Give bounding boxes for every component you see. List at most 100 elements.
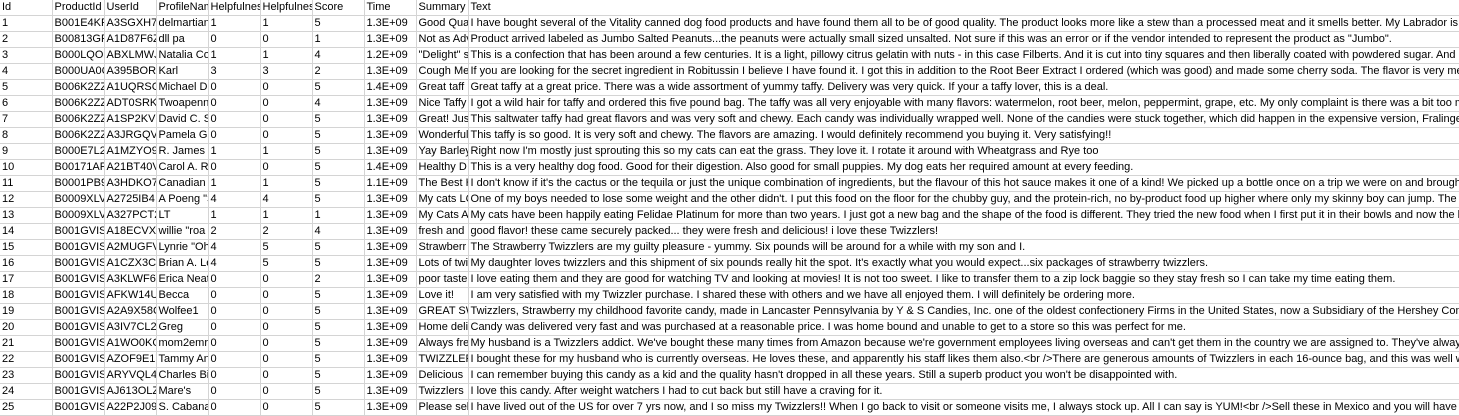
cell-time[interactable]: 1.4E+09 (364, 79, 417, 96)
cell-userid[interactable]: A18ECVX2 (104, 223, 157, 240)
cell-helpfulness-denominator[interactable]: 0 (260, 303, 313, 320)
cell-text[interactable]: I don't know if it's the cactus or the t… (468, 175, 1459, 192)
cell-profilename[interactable]: Carol A. R (156, 159, 209, 176)
cell-summary[interactable]: Delicious (416, 367, 469, 384)
cell-text[interactable]: I bought these for my husband who is cur… (468, 351, 1459, 368)
cell-score[interactable]: 5 (312, 255, 365, 272)
cell-profilename[interactable]: mom2emr (156, 335, 209, 352)
cell-score[interactable]: 5 (312, 239, 365, 256)
cell-id[interactable]: 5 (0, 79, 53, 96)
cell-text[interactable]: good flavor! these came securely packed.… (468, 223, 1459, 240)
cell-helpfulness-denominator[interactable]: 0 (260, 319, 313, 336)
cell-helpfulness-denominator[interactable]: 0 (260, 79, 313, 96)
cell-summary[interactable]: Love it! (416, 287, 469, 304)
cell-userid[interactable]: A1WO0KG (104, 335, 157, 352)
cell-time[interactable]: 1.3E+09 (364, 271, 417, 288)
header-summary[interactable]: Summary (416, 0, 469, 16)
cell-userid[interactable]: A1D87F6Z (104, 31, 157, 48)
cell-helpfulness-numerator[interactable]: 0 (208, 127, 261, 144)
cell-score[interactable]: 5 (312, 127, 365, 144)
cell-summary[interactable]: Twizzlers (416, 383, 469, 400)
cell-profilename[interactable]: David C. S (156, 111, 209, 128)
cell-summary[interactable]: Lots of twi (416, 255, 469, 272)
cell-score[interactable]: 5 (312, 335, 365, 352)
cell-helpfulness-numerator[interactable]: 4 (208, 239, 261, 256)
cell-text[interactable]: My husband is a Twizzlers addict. We've … (468, 335, 1459, 352)
cell-productid[interactable]: B006K2ZZ (52, 111, 105, 128)
cell-score[interactable]: 5 (312, 191, 365, 208)
cell-summary[interactable]: My Cats A (416, 207, 469, 224)
cell-productid[interactable]: B0001PB9 (52, 175, 105, 192)
cell-helpfulness-denominator[interactable]: 1 (260, 143, 313, 160)
cell-score[interactable]: 5 (312, 15, 365, 32)
cell-time[interactable]: 1.3E+09 (364, 63, 417, 80)
cell-summary[interactable]: Home deli (416, 319, 469, 336)
cell-productid[interactable]: B0009XLV (52, 191, 105, 208)
cell-helpfulness-denominator[interactable]: 0 (260, 95, 313, 112)
cell-time[interactable]: 1.3E+09 (364, 319, 417, 336)
cell-helpfulness-denominator[interactable]: 0 (260, 271, 313, 288)
cell-time[interactable]: 1.3E+09 (364, 351, 417, 368)
cell-text[interactable]: I love eating them and they are good for… (468, 271, 1459, 288)
cell-id[interactable]: 17 (0, 271, 53, 288)
cell-helpfulness-numerator[interactable]: 0 (208, 383, 261, 400)
cell-score[interactable]: 5 (312, 367, 365, 384)
cell-time[interactable]: 1.3E+09 (364, 191, 417, 208)
cell-time[interactable]: 1.3E+09 (364, 127, 417, 144)
cell-helpfulness-denominator[interactable]: 0 (260, 31, 313, 48)
cell-summary[interactable]: Yay Barley (416, 143, 469, 160)
cell-productid[interactable]: B00813GF (52, 31, 105, 48)
cell-productid[interactable]: B001GVIS (52, 335, 105, 352)
cell-id[interactable]: 21 (0, 335, 53, 352)
cell-text[interactable]: Product arrived labeled as Jumbo Salted … (468, 31, 1459, 48)
cell-time[interactable]: 1.3E+09 (364, 303, 417, 320)
cell-helpfulness-numerator[interactable]: 1 (208, 47, 261, 64)
cell-helpfulness-denominator[interactable]: 0 (260, 111, 313, 128)
cell-productid[interactable]: B001GVIS (52, 223, 105, 240)
cell-helpfulness-denominator[interactable]: 0 (260, 287, 313, 304)
cell-id[interactable]: 23 (0, 367, 53, 384)
cell-profilename[interactable]: Mare's (156, 383, 209, 400)
cell-helpfulness-numerator[interactable]: 0 (208, 95, 261, 112)
cell-score[interactable]: 5 (312, 111, 365, 128)
cell-id[interactable]: 6 (0, 95, 53, 112)
cell-productid[interactable]: B000UA0C (52, 63, 105, 80)
cell-helpfulness-numerator[interactable]: 0 (208, 287, 261, 304)
cell-time[interactable]: 1.3E+09 (364, 111, 417, 128)
cell-helpfulness-denominator[interactable]: 0 (260, 351, 313, 368)
cell-productid[interactable]: B001GVIS (52, 351, 105, 368)
cell-text[interactable]: The Strawberry Twizzlers are my guilty p… (468, 239, 1459, 256)
cell-productid[interactable]: B006K2ZZ (52, 95, 105, 112)
cell-userid[interactable]: A395BOR (104, 63, 157, 80)
cell-summary[interactable]: Good Qua (416, 15, 469, 32)
cell-summary[interactable]: Nice Taffy (416, 95, 469, 112)
cell-id[interactable]: 19 (0, 303, 53, 320)
cell-id[interactable]: 11 (0, 175, 53, 192)
cell-time[interactable]: 1.3E+09 (364, 15, 417, 32)
cell-helpfulness-numerator[interactable]: 1 (208, 207, 261, 224)
cell-productid[interactable]: B001GVIS (52, 239, 105, 256)
cell-text[interactable]: One of my boys needed to lose some weigh… (468, 191, 1459, 208)
cell-time[interactable]: 1.1E+09 (364, 175, 417, 192)
cell-userid[interactable]: A327PCT2 (104, 207, 157, 224)
cell-helpfulness-numerator[interactable]: 0 (208, 31, 261, 48)
cell-profilename[interactable]: Lynrie "Oh (156, 239, 209, 256)
cell-id[interactable]: 7 (0, 111, 53, 128)
cell-productid[interactable]: B000E7L2 (52, 143, 105, 160)
cell-score[interactable]: 4 (312, 47, 365, 64)
cell-productid[interactable]: B001GVIS (52, 367, 105, 384)
cell-productid[interactable]: B001GVIS (52, 303, 105, 320)
cell-summary[interactable]: GREAT SW (416, 303, 469, 320)
cell-time[interactable]: 1.3E+09 (364, 367, 417, 384)
cell-profilename[interactable]: willie "roa (156, 223, 209, 240)
cell-text[interactable]: Twizzlers, Strawberry my childhood favor… (468, 303, 1459, 320)
cell-summary[interactable]: TWIZZLER (416, 351, 469, 368)
cell-score[interactable]: 2 (312, 63, 365, 80)
cell-profilename[interactable]: Tammy An (156, 351, 209, 368)
cell-score[interactable]: 5 (312, 287, 365, 304)
cell-productid[interactable]: B001GVIS (52, 383, 105, 400)
cell-helpfulness-numerator[interactable]: 3 (208, 63, 261, 80)
cell-profilename[interactable]: Charles Bi (156, 367, 209, 384)
cell-userid[interactable]: A3SGXH7 (104, 15, 157, 32)
cell-userid[interactable]: A3IV7CL2C (104, 319, 157, 336)
